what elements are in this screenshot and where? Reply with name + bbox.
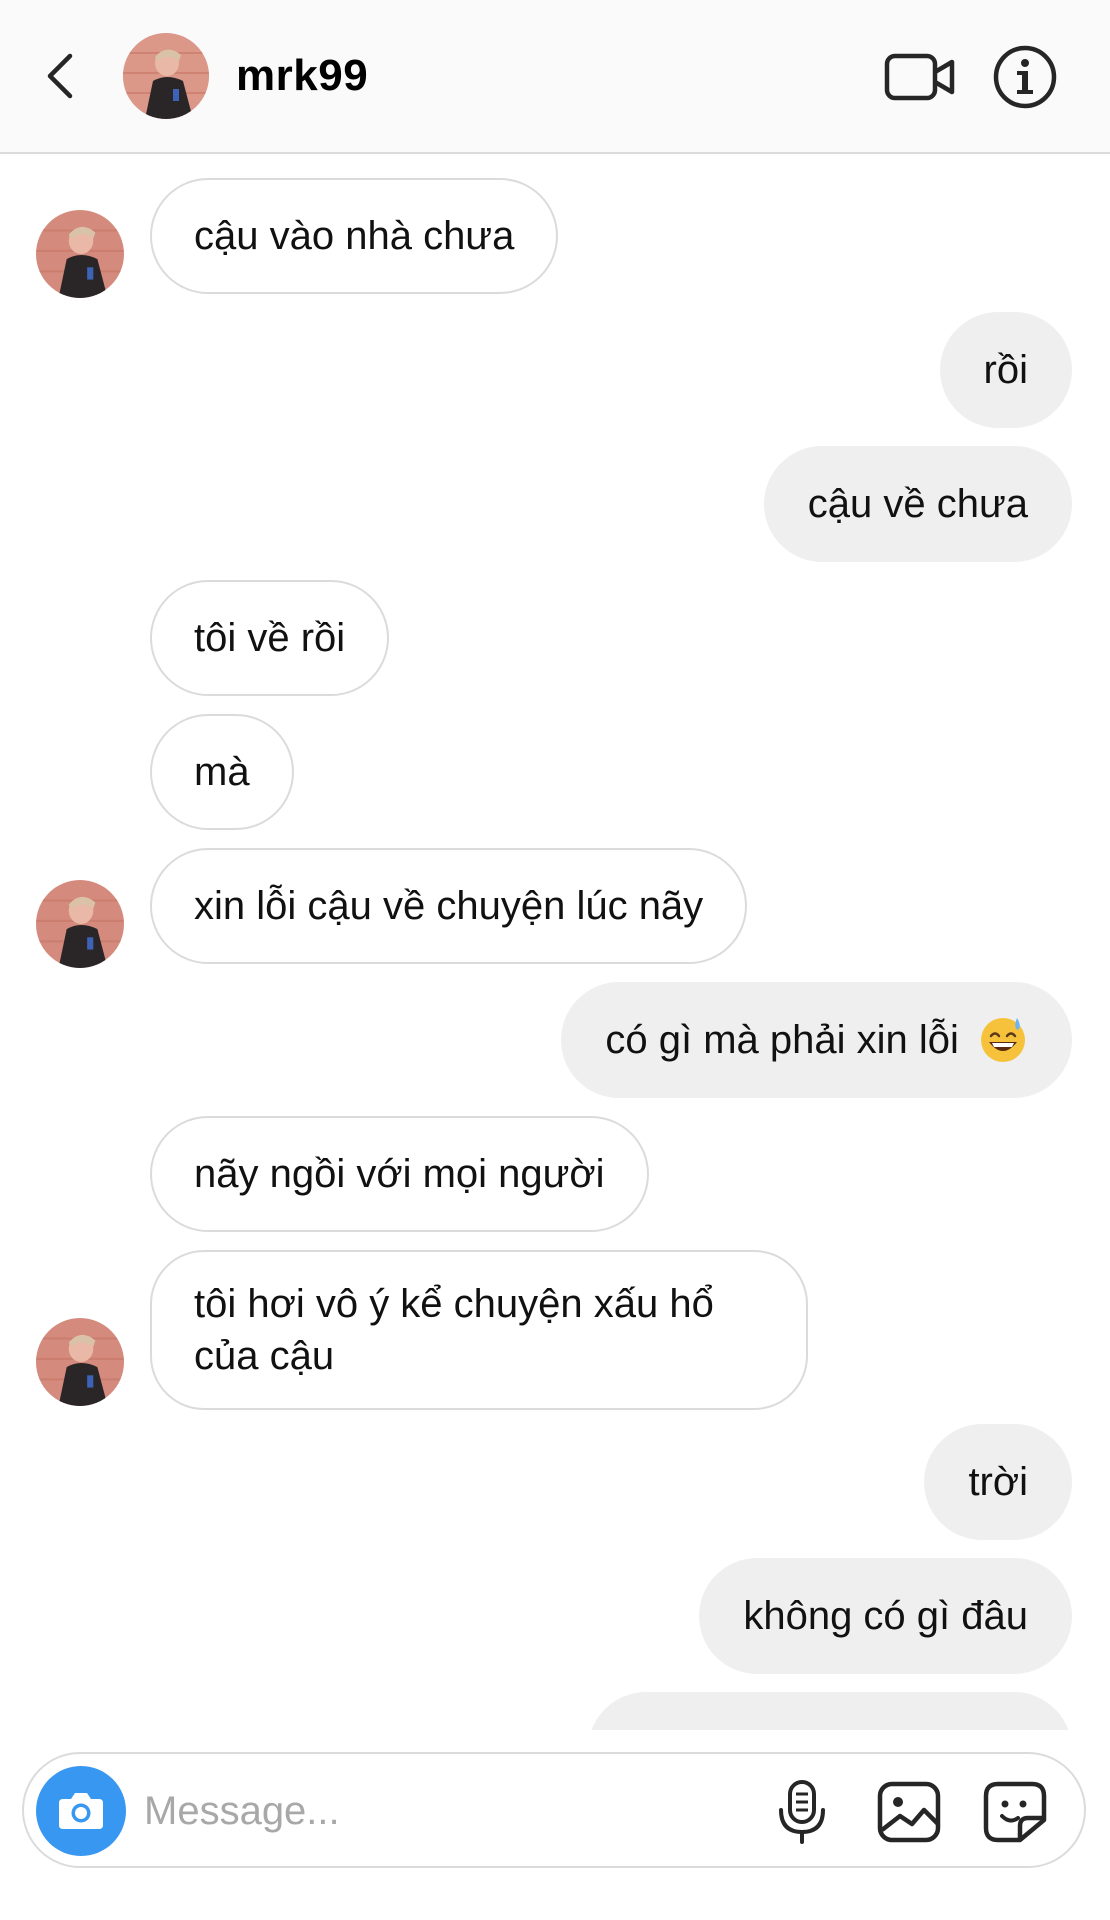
- sticker-icon: [983, 1781, 1047, 1843]
- outgoing-message[interactable]: không có gì đâu: [699, 1558, 1072, 1674]
- video-call-button[interactable]: [884, 50, 956, 104]
- camera-button[interactable]: [36, 1766, 126, 1856]
- back-button[interactable]: [38, 46, 82, 106]
- message-text: có gì mà phải xin lỗi: [605, 1018, 959, 1062]
- info-icon: [993, 45, 1057, 109]
- incoming-message[interactable]: mà: [150, 714, 294, 830]
- outgoing-message[interactable]: cậu về chưa: [763, 446, 1072, 562]
- profile-photo: [36, 210, 124, 298]
- outgoing-message[interactable]: [588, 1692, 1072, 1730]
- message-text: cậu vào nhà chưa: [194, 214, 515, 258]
- message-thread[interactable]: cậu vào nhà chưa rồi cậu về chưa tôi về …: [0, 154, 1110, 1730]
- profile-photo: [123, 33, 209, 119]
- avatar[interactable]: [123, 33, 209, 119]
- message-text: mà: [194, 750, 250, 794]
- sticker-button[interactable]: [982, 1780, 1048, 1844]
- incoming-message[interactable]: cậu vào nhà chưa: [150, 178, 559, 294]
- direct-message-screen: mrk99 cậu vào nhà chưa rồi cậu về chưa t…: [0, 0, 1110, 1920]
- message-text: tôi hơi vô ý kể chuyện xấu hổ của cậu: [194, 1282, 714, 1378]
- incoming-message[interactable]: nãy ngồi với mọi người: [150, 1116, 649, 1232]
- incoming-message[interactable]: xin lỗi cậu về chuyện lúc nãy: [150, 848, 748, 964]
- video-camera-icon: [884, 53, 955, 101]
- message-text: trời: [968, 1460, 1028, 1504]
- message-text: xin lỗi cậu về chuyện lúc nãy: [194, 884, 704, 928]
- info-button[interactable]: [992, 44, 1058, 110]
- avatar[interactable]: [36, 880, 124, 968]
- camera-icon: [59, 1793, 103, 1829]
- grinning-face-with-sweat-emoji: [981, 1018, 1025, 1063]
- chat-header: mrk99: [0, 0, 1110, 154]
- message-text: cậu về chưa: [807, 482, 1028, 526]
- message-text: tôi về rồi: [194, 616, 346, 660]
- message-text: nãy ngồi với mọi người: [194, 1152, 605, 1196]
- message-input[interactable]: [144, 1776, 644, 1846]
- profile-photo: [36, 880, 124, 968]
- microphone-icon: [779, 1780, 825, 1844]
- gallery-icon: [877, 1781, 941, 1843]
- profile-photo: [36, 1318, 124, 1406]
- outgoing-message[interactable]: có gì mà phải xin lỗi: [561, 982, 1072, 1098]
- message-text: không có gì đâu: [743, 1594, 1028, 1638]
- incoming-message[interactable]: tôi hơi vô ý kể chuyện xấu hổ của cậu: [150, 1250, 808, 1410]
- incoming-message[interactable]: tôi về rồi: [150, 580, 390, 696]
- avatar[interactable]: [36, 210, 124, 298]
- chevron-left-icon: [47, 53, 73, 99]
- outgoing-message[interactable]: trời: [924, 1424, 1072, 1540]
- outgoing-message[interactable]: rồi: [939, 312, 1072, 428]
- gallery-button[interactable]: [876, 1780, 942, 1844]
- avatar[interactable]: [36, 1318, 124, 1406]
- message-composer: [22, 1752, 1086, 1868]
- conversation-username[interactable]: mrk99: [236, 48, 368, 104]
- message-text: rồi: [983, 348, 1028, 392]
- voice-message-button[interactable]: [772, 1778, 832, 1846]
